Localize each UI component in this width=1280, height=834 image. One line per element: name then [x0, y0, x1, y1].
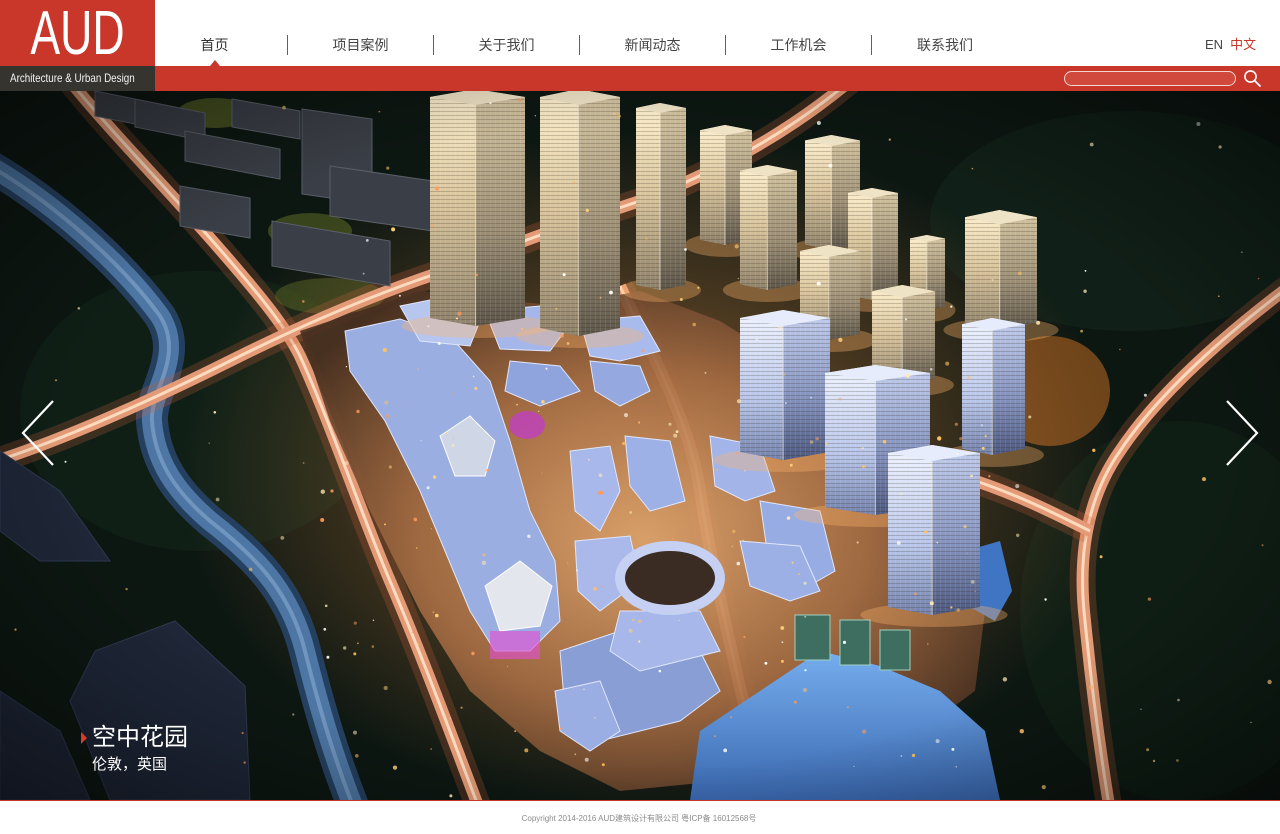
nav-item-news[interactable]: 新闻动态 [580, 35, 726, 55]
next-slide-button[interactable] [1220, 396, 1262, 470]
main-nav: 首页 项目案例 关于我们 新闻动态 工作机会 联系我们 [142, 35, 1018, 55]
nav-item-contact[interactable]: 联系我们 [872, 35, 1018, 55]
search-button[interactable] [1243, 69, 1262, 88]
copyright-text: Copyright 2014-2016 AUD建筑设计有限公司 粤ICP备 16… [521, 814, 757, 823]
search-input[interactable] [1064, 71, 1236, 86]
hero-image [0, 91, 1280, 800]
hero-slider: 空中花园 伦敦，英国 [0, 91, 1280, 800]
chevron-right-icon [1226, 400, 1259, 466]
site-header: AUD 首页 项目案例 关于我们 新闻动态 工作机会 联系我们 EN 中文 [0, 0, 1280, 66]
triangle-right-icon [81, 732, 87, 744]
search-icon [1244, 70, 1261, 87]
logo-tagline: Architecture & Urban Design [10, 71, 135, 85]
nav-item-about[interactable]: 关于我们 [434, 35, 580, 55]
slide-title[interactable]: 空中花园 [92, 724, 188, 752]
site-footer: Copyright 2014-2016 AUD建筑设计有限公司 粤ICP备 16… [0, 800, 1280, 834]
language-switcher: EN 中文 [1205, 37, 1256, 53]
logo-text: AUD [30, 0, 125, 66]
logo-tagline-strip: Architecture & Urban Design [0, 66, 155, 91]
nav-item-careers[interactable]: 工作机会 [726, 35, 872, 55]
language-option-en[interactable]: EN [1205, 37, 1223, 53]
logo[interactable]: AUD [0, 0, 155, 66]
search-bar [155, 66, 1280, 91]
hero-vignette [0, 91, 1280, 800]
page: AUD 首页 项目案例 关于我们 新闻动态 工作机会 联系我们 EN 中文 Ar… [0, 0, 1280, 834]
chevron-left-icon [21, 400, 54, 466]
nav-item-home[interactable]: 首页 [142, 35, 288, 55]
language-option-zh[interactable]: 中文 [1230, 37, 1256, 53]
previous-slide-button[interactable] [18, 396, 60, 470]
slide-location: 伦敦，英国 [92, 756, 168, 773]
nav-item-projects[interactable]: 项目案例 [288, 35, 434, 55]
